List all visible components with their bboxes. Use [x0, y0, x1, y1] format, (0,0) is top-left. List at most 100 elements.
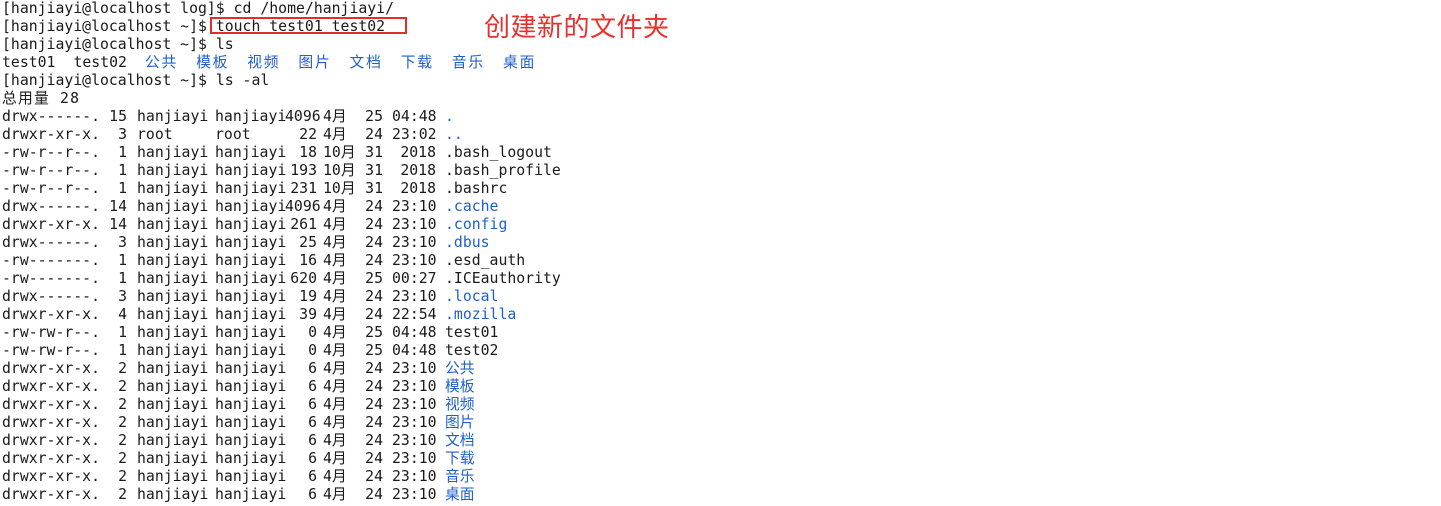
file-name: .bashrc: [445, 180, 508, 197]
file-size: 6: [308, 432, 317, 449]
owner: hanjiayi: [137, 108, 209, 125]
shell-prompt: [hanjiayi@localhost ~]$: [2, 18, 207, 35]
ls-output-line: test01 test02 公共 模板 视频 图片 文档 下载 音乐 桌面: [2, 54, 1042, 72]
owner: hanjiayi: [137, 216, 209, 233]
listing-row: drwx------. 3 hanjiayi hanjiayi 25 4月 24 23:10.…: [2, 234, 1042, 252]
day: 24: [365, 432, 383, 449]
owner: hanjiayi: [137, 198, 209, 215]
listing-row: -rw-rw-r--. 1 hanjiayi hanjiayi 0 4月 25 04:48 te…: [2, 342, 1042, 360]
owner: hanjiayi: [137, 360, 209, 377]
month: 4月: [323, 270, 347, 287]
link-count: 14: [109, 198, 127, 215]
file-size: 620: [290, 270, 317, 287]
file-size: 6: [308, 486, 317, 503]
file-name: 视频: [445, 396, 475, 413]
file-name: 文档: [445, 432, 475, 449]
time: 04:48: [392, 342, 437, 359]
permissions: -rw-r--r--.: [2, 144, 100, 161]
file-name: test01: [445, 324, 499, 341]
day: 24: [365, 126, 383, 143]
group: hanjiayi: [215, 396, 287, 413]
day: 24: [365, 288, 383, 305]
group: hanjiayi: [215, 108, 287, 125]
day: 24: [365, 198, 383, 215]
permissions: drwxr-xr-x.: [2, 414, 100, 431]
owner: hanjiayi: [137, 378, 209, 395]
prompt-line-ls-al: [hanjiayi@localhost ~]$ ls -al: [2, 72, 1042, 90]
terminal-output[interactable]: [hanjiayi@localhost log]$ cd /home/hanji…: [2, 0, 1042, 506]
file-name: .config: [445, 216, 508, 233]
time: 23:10: [392, 360, 437, 377]
month: 10月: [323, 144, 356, 161]
time: 23:10: [392, 450, 437, 467]
file-name: .dbus: [445, 234, 490, 251]
time: 23:10: [392, 432, 437, 449]
month: 4月: [323, 108, 347, 125]
day: 24: [365, 450, 383, 467]
file-size: 18: [299, 144, 317, 161]
shell-prompt: [hanjiayi@localhost ~]$: [2, 72, 207, 89]
owner: hanjiayi: [137, 270, 209, 287]
group: hanjiayi: [215, 450, 287, 467]
file-name: 音乐: [445, 468, 475, 485]
owner: hanjiayi: [137, 450, 209, 467]
day: 25: [365, 324, 383, 341]
owner: hanjiayi: [137, 180, 209, 197]
time: 04:48: [392, 324, 437, 341]
file-size: 19: [299, 288, 317, 305]
month: 4月: [323, 126, 347, 143]
owner: hanjiayi: [137, 144, 209, 161]
group: hanjiayi: [215, 216, 287, 233]
month: 4月: [323, 396, 347, 413]
time: 23:10: [392, 378, 437, 395]
permissions: -rw-------.: [2, 252, 100, 269]
link-count: 2: [118, 396, 127, 413]
file-name: .local: [445, 288, 499, 305]
group: hanjiayi: [215, 414, 287, 431]
permissions: -rw-r--r--.: [2, 180, 100, 197]
file-size: 6: [308, 414, 317, 431]
day: 24: [365, 360, 383, 377]
month: 4月: [323, 378, 347, 395]
link-count: 3: [118, 234, 127, 251]
file-name: 模板: [445, 378, 475, 395]
total-line: 总用量 28: [2, 90, 81, 107]
month: 4月: [323, 252, 347, 269]
month: 4月: [323, 324, 347, 341]
month: 4月: [323, 342, 347, 359]
time: 00:27: [392, 270, 437, 287]
listing-row: -rw-rw-r--. 1 hanjiayi hanjiayi 0 4月 25 04:48 te…: [2, 324, 1042, 342]
link-count: 2: [118, 378, 127, 395]
permissions: drwxr-xr-x.: [2, 396, 100, 413]
highlight-box: [210, 17, 407, 34]
month: 4月: [323, 288, 347, 305]
link-count: 1: [118, 324, 127, 341]
group: hanjiayi: [215, 288, 287, 305]
file-size: 4096: [285, 198, 321, 215]
listing-row: drwxr-xr-x. 4 hanjiayi hanjiayi 39 4月 24 22:54.…: [2, 306, 1042, 324]
month: 10月: [323, 180, 356, 197]
owner: root: [137, 126, 173, 143]
file-listing: drwx------. 15 hanjiayi hanjiayi4096 4月 25 04:…: [2, 108, 1042, 504]
group: hanjiayi: [215, 324, 287, 341]
file-name: .ICEauthority: [445, 270, 561, 287]
time: 2018: [400, 180, 436, 197]
group: root: [215, 126, 251, 143]
link-count: 1: [118, 270, 127, 287]
owner: hanjiayi: [137, 414, 209, 431]
month: 4月: [323, 306, 347, 323]
permissions: drwxr-xr-x.: [2, 360, 100, 377]
day: 31: [365, 144, 383, 161]
file-name: .mozilla: [445, 306, 517, 323]
listing-row: drwxr-xr-x. 2 hanjiayi hanjiayi 6 4月 24 23:10 图片: [2, 414, 1042, 432]
ls-dir-item: 桌面: [503, 54, 537, 71]
file-size: 39: [299, 306, 317, 323]
permissions: drwxr-xr-x.: [2, 450, 100, 467]
permissions: drwxr-xr-x.: [2, 306, 100, 323]
group: hanjiayi: [215, 306, 287, 323]
link-count: 1: [118, 342, 127, 359]
listing-row: drwx------. 3 hanjiayi hanjiayi 19 4月 24 23:10.…: [2, 288, 1042, 306]
month: 4月: [323, 216, 347, 233]
permissions: drwxr-xr-x.: [2, 432, 100, 449]
link-count: 2: [118, 432, 127, 449]
